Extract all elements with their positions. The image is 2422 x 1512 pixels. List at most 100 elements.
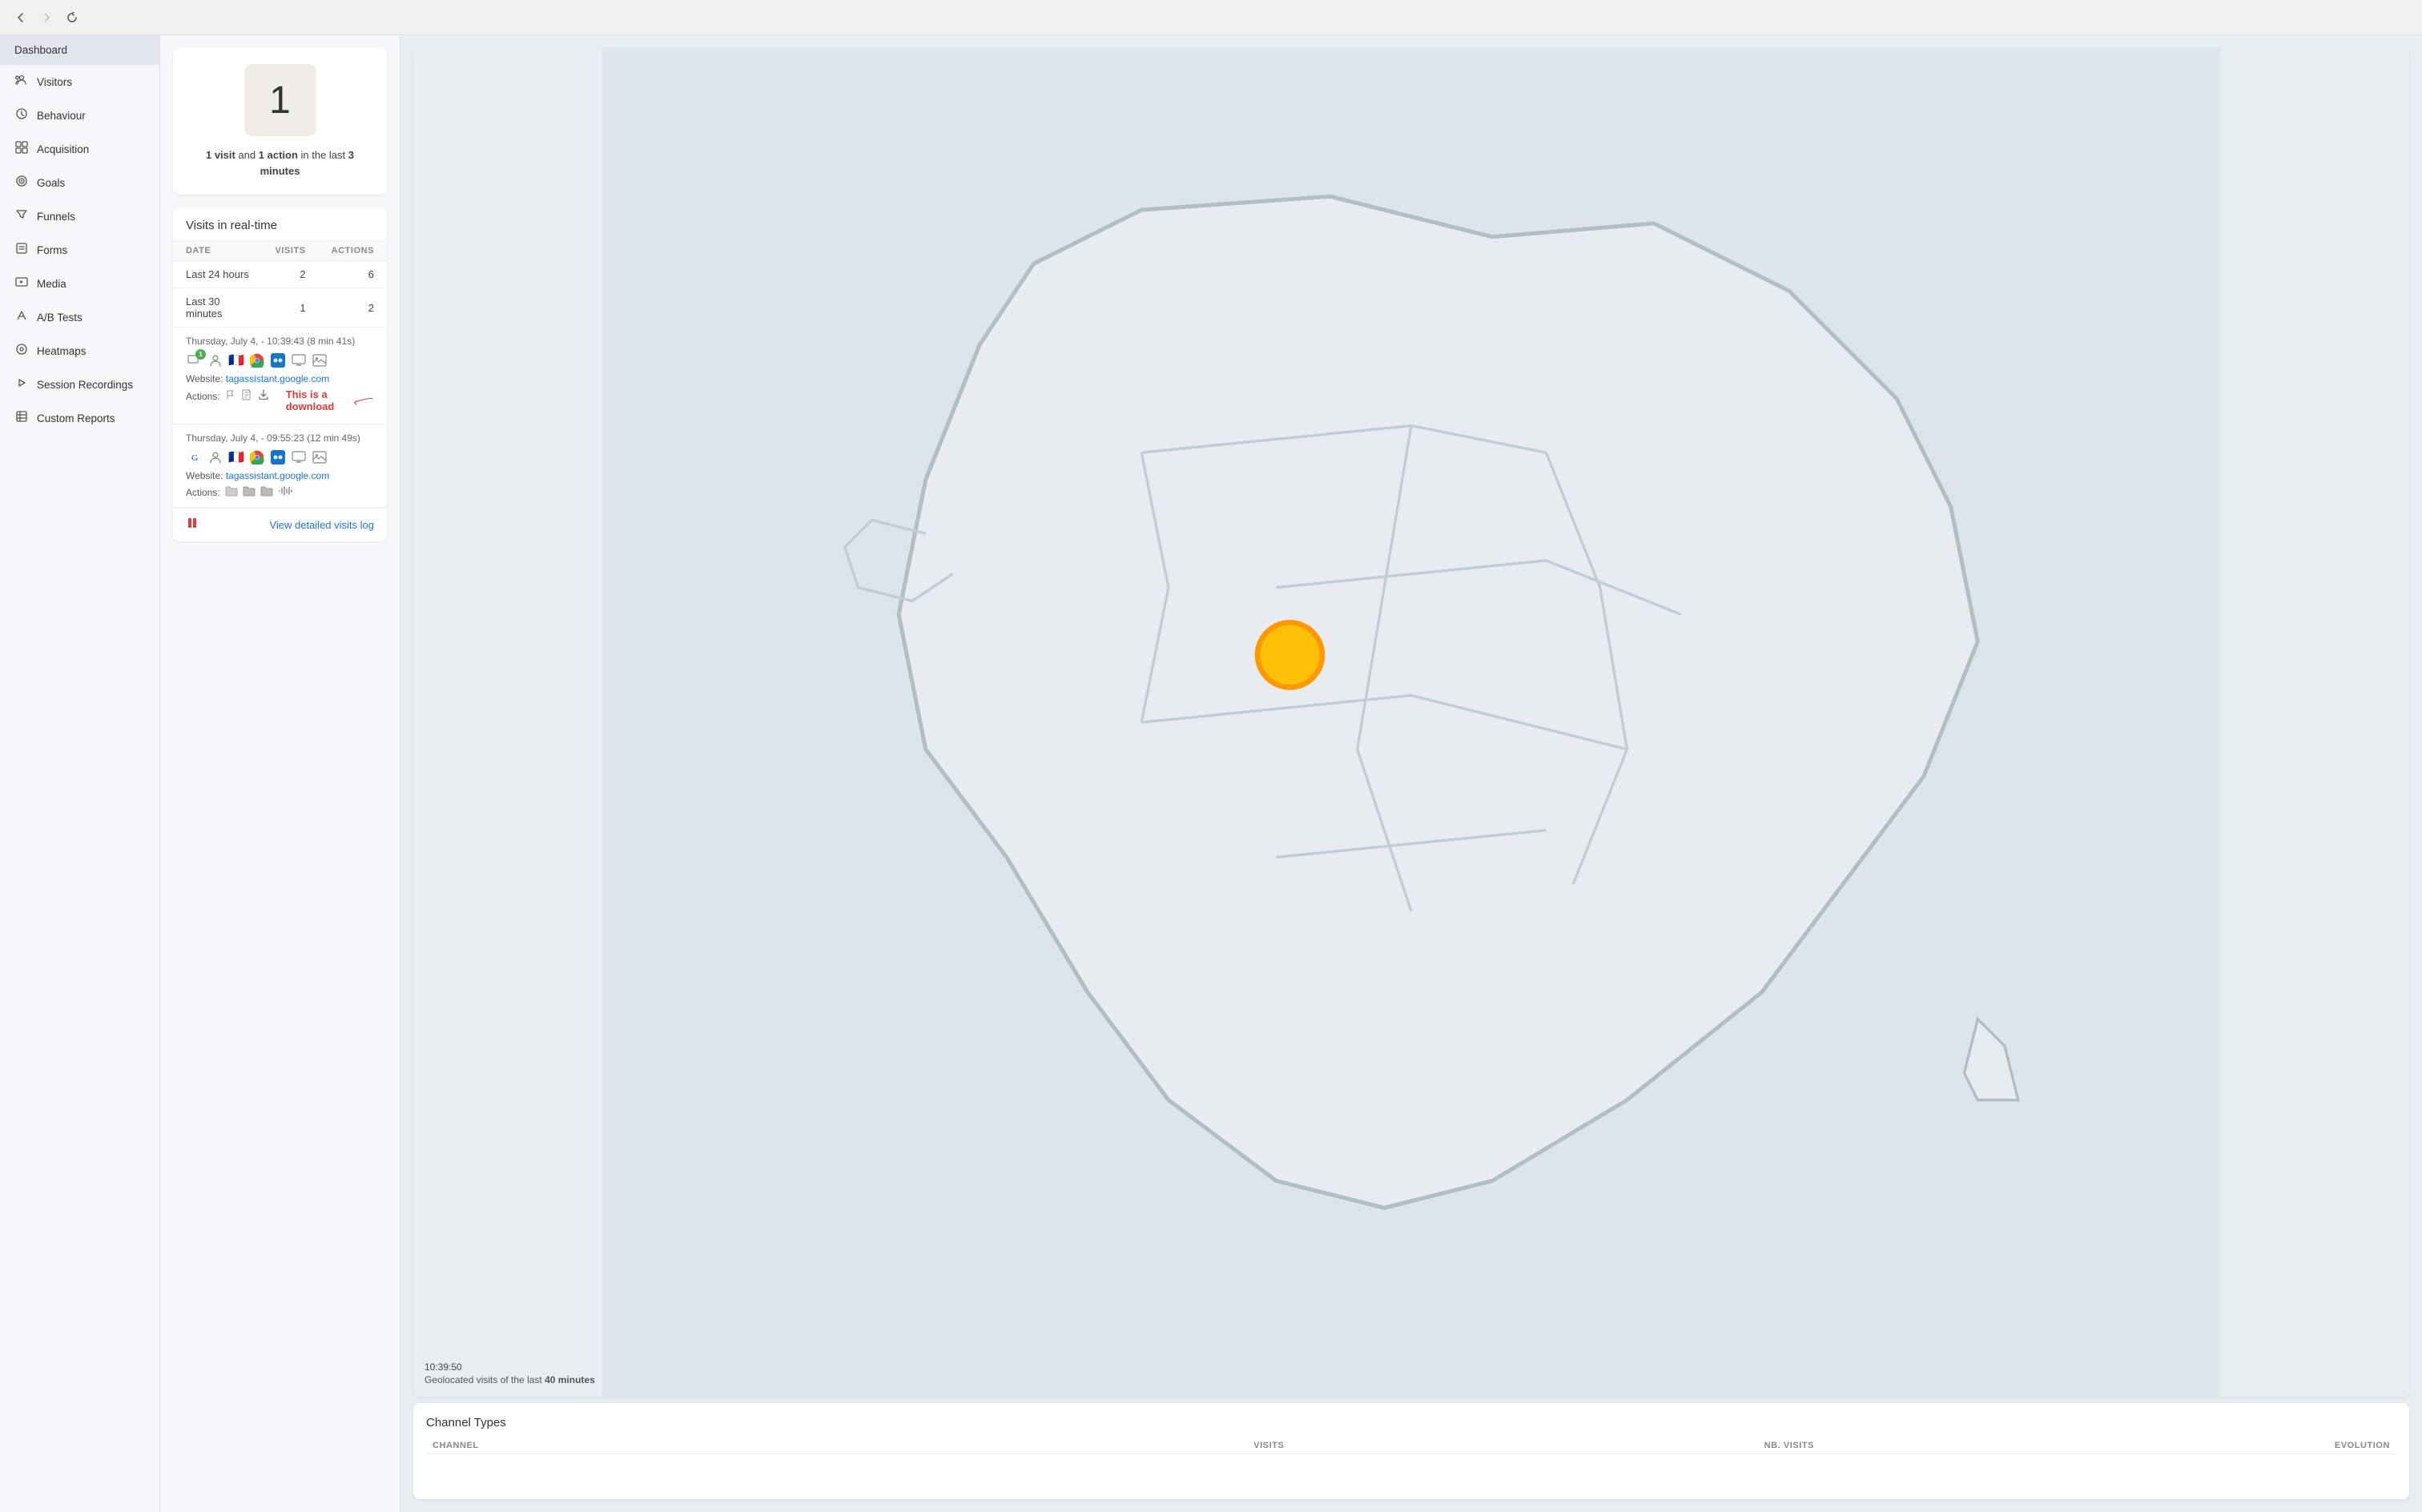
- download-annotation: Actions:: [186, 388, 374, 412]
- waveform-action-icon: [278, 485, 294, 499]
- website-link-1[interactable]: tagassistant.google.com: [226, 373, 329, 384]
- bottom-bar: View detailed visits log: [173, 508, 387, 541]
- table-row: Last 24 hours 2 6: [173, 261, 387, 288]
- col-date: DATE: [173, 241, 262, 261]
- col-evolution: EVOLUTION: [1821, 1438, 2396, 1454]
- behaviour-icon: [14, 107, 29, 123]
- col-visits: VISITS: [924, 1438, 1290, 1454]
- annotation-container: This is a download: [286, 388, 374, 412]
- sidebar-item-session-recordings[interactable]: Session Recordings: [0, 368, 159, 401]
- map-container: 10:39:50 Geolocated visits of the last 4…: [413, 48, 2409, 1397]
- realtime-card: Visits in real-time DATE VISITS ACTIONS …: [173, 207, 387, 541]
- view-log-link[interactable]: View detailed visits log: [269, 519, 374, 531]
- custom-reports-icon: [14, 410, 29, 426]
- visit-icons-2: G 🇫🇷: [186, 448, 374, 466]
- acquisition-icon: [14, 141, 29, 157]
- website-link-2[interactable]: tagassistant.google.com: [226, 470, 329, 481]
- abtests-icon: [14, 309, 29, 325]
- map-timestamp: 10:39:50: [424, 1361, 595, 1373]
- tag-icon: 1: [186, 352, 203, 369]
- annotation-text: This is a download: [286, 388, 348, 412]
- chrome-icon: [248, 352, 266, 369]
- sidebar-item-visitors[interactable]: Visitors: [0, 65, 159, 99]
- visit-entry-1: Thursday, July 4, - 10:39:43 (8 min 41s)…: [173, 328, 387, 424]
- download-action-icon: [257, 388, 270, 404]
- folder-action-3: [260, 485, 273, 499]
- row-visits: 2: [262, 261, 318, 288]
- visitors-icon: [14, 74, 29, 90]
- sidebar-item-acquisition[interactable]: Acquisition: [0, 132, 159, 166]
- main-content: 1 1 visit and 1 action in the last 3 min…: [160, 35, 2422, 1512]
- map-section: 10:39:50 Geolocated visits of the last 4…: [413, 48, 2409, 1397]
- folder-action-1: [225, 485, 238, 499]
- row-visits: 1: [262, 288, 318, 328]
- heatmaps-icon: [14, 343, 29, 359]
- france-map-svg: [413, 48, 2409, 1397]
- desktop-icon-2: [290, 448, 308, 466]
- sidebar-item-behaviour[interactable]: Behaviour: [0, 99, 159, 132]
- map-overlay-text: 10:39:50 Geolocated visits of the last 4…: [424, 1361, 595, 1385]
- stat-number-box: 1: [244, 64, 316, 136]
- google-icon: G: [186, 448, 203, 466]
- folder-action-2: [243, 485, 255, 499]
- realtime-table: DATE VISITS ACTIONS Last 24 hours 2 6 La…: [173, 240, 387, 328]
- stat-number: 1: [269, 78, 291, 123]
- right-panel: 10:39:50 Geolocated visits of the last 4…: [400, 35, 2422, 1512]
- sidebar-item-funnels[interactable]: Funnels: [0, 199, 159, 233]
- sidebar-item-goals[interactable]: Goals: [0, 166, 159, 199]
- refresh-button[interactable]: [64, 10, 80, 26]
- funnels-icon: [14, 208, 29, 224]
- sidebar-item-heatmaps[interactable]: Heatmaps: [0, 334, 159, 368]
- row-label: Last 30 minutes: [173, 288, 262, 328]
- visit-actions-1: Actions:: [186, 388, 270, 404]
- visit-icons-1: 1 🇫🇷: [186, 352, 374, 369]
- row-label: Last 24 hours: [173, 261, 262, 288]
- back-button[interactable]: [13, 10, 29, 26]
- visit-timestamp-2: Thursday, July 4, - 09:55:23 (12 min 49s…: [186, 432, 374, 444]
- visit-website-2: Website: tagassistant.google.com: [186, 470, 374, 481]
- image-icon: [311, 352, 328, 369]
- flag-action-icon: [225, 389, 236, 403]
- media-icon: [14, 275, 29, 292]
- chrome-icon-2: [248, 448, 266, 466]
- channel-title: Channel Types: [426, 1416, 2396, 1430]
- goals-icon: [14, 175, 29, 191]
- map-description: Geolocated visits of the last 40 minutes: [424, 1374, 595, 1385]
- visit-website-1: Website: tagassistant.google.com: [186, 373, 374, 384]
- finder-icon-2: [269, 448, 287, 466]
- stat-card: 1 1 visit and 1 action in the last 3 min…: [173, 48, 387, 195]
- channel-table: CHANNEL VISITS NB. VISITS EVOLUTION: [426, 1438, 2396, 1454]
- sidebar-item-dashboard[interactable]: Dashboard: [0, 35, 159, 65]
- user-icon: [207, 352, 224, 369]
- col-visits: VISITS: [262, 241, 318, 261]
- visit-actions-2: Actions:: [186, 485, 374, 499]
- france-flag-icon: 🇫🇷: [227, 352, 245, 369]
- sidebar-item-custom-reports[interactable]: Custom Reports: [0, 401, 159, 435]
- forward-button[interactable]: [38, 10, 54, 26]
- finder-icon: [269, 352, 287, 369]
- sidebar: Dashboard Visitors Behaviour: [0, 35, 160, 1512]
- col-actions: ACTIONS: [319, 241, 387, 261]
- forms-icon: [14, 242, 29, 258]
- realtime-title: Visits in real-time: [173, 207, 387, 240]
- sidebar-item-media[interactable]: Media: [0, 267, 159, 300]
- stat-description: 1 visit and 1 action in the last 3 minut…: [189, 147, 371, 179]
- desktop-icon: [290, 352, 308, 369]
- col-channel: CHANNEL: [426, 1438, 924, 1454]
- annotation-arrow-icon: [352, 392, 374, 408]
- badge: 1: [195, 349, 206, 360]
- france-flag-icon-2: 🇫🇷: [227, 448, 245, 466]
- table-row: Last 30 minutes 1 2: [173, 288, 387, 328]
- user-icon-2: [207, 448, 224, 466]
- svg-text:G: G: [191, 453, 199, 463]
- visit-timestamp-1: Thursday, July 4, - 10:39:43 (8 min 41s): [186, 336, 374, 347]
- sidebar-item-abtests[interactable]: A/B Tests: [0, 300, 159, 334]
- browser-chrome: [0, 0, 2422, 35]
- visit-entry-2: Thursday, July 4, - 09:55:23 (12 min 49s…: [173, 424, 387, 508]
- session-recordings-icon: [14, 376, 29, 392]
- sidebar-item-forms[interactable]: Forms: [0, 233, 159, 267]
- pause-button[interactable]: [186, 517, 199, 533]
- image-icon-2: [311, 448, 328, 466]
- page-action-icon: [241, 389, 252, 403]
- row-actions: 6: [319, 261, 387, 288]
